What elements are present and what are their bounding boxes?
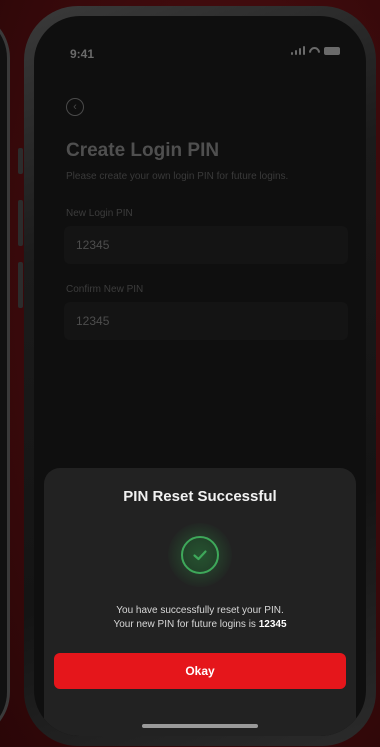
sheet-message: You have successfully reset your PIN. Yo… (44, 604, 356, 632)
sheet-message-line2: Your new PIN for future logins is 12345 (44, 618, 356, 632)
okay-button-label: Okay (185, 664, 215, 678)
battery-icon (324, 47, 340, 55)
phone-screen: 9:41 ‹ Create Login PIN Please create yo… (34, 16, 366, 736)
sheet-message-pin: 12345 (258, 619, 287, 630)
volume-down-button (18, 262, 23, 308)
back-arrow-icon: ‹ (73, 101, 77, 113)
new-pin-value: 12345 (76, 238, 110, 252)
status-bar: 9:41 (34, 16, 366, 61)
success-icon-glow (168, 523, 232, 587)
confirm-pin-field[interactable]: 12345 (64, 302, 348, 340)
page-title: Create Login PIN (66, 140, 220, 161)
success-bottom-sheet: PIN Reset Successful You have successful… (44, 468, 356, 736)
volume-up-button (18, 200, 23, 246)
okay-button[interactable]: Okay (54, 653, 346, 689)
phone-frame: 9:41 ‹ Create Login PIN Please create yo… (24, 6, 376, 746)
sheet-message-prefix: Your new PIN for future logins is (113, 619, 259, 630)
confirm-pin-value: 12345 (76, 314, 110, 328)
stage: 9:41 ‹ Create Login PIN Please create yo… (0, 0, 380, 747)
back-button[interactable]: ‹ (66, 98, 84, 116)
new-pin-field[interactable]: 12345 (64, 226, 348, 264)
status-icons (290, 46, 340, 55)
sheet-message-line1: You have successfully reset your PIN. (116, 605, 284, 616)
sheet-title: PIN Reset Successful (123, 488, 277, 505)
confirm-pin-label: Confirm New PIN (66, 284, 144, 295)
wifi-icon (309, 47, 320, 55)
signal-icon (290, 46, 305, 55)
adjacent-phone-frame (0, 10, 10, 740)
status-time: 9:41 (70, 47, 95, 61)
home-indicator[interactable] (142, 724, 258, 728)
page-subtitle: Please create your own login PIN for fut… (66, 171, 289, 182)
new-pin-label: New Login PIN (66, 208, 133, 219)
checkmark-icon (181, 536, 219, 574)
mute-switch (18, 148, 23, 174)
